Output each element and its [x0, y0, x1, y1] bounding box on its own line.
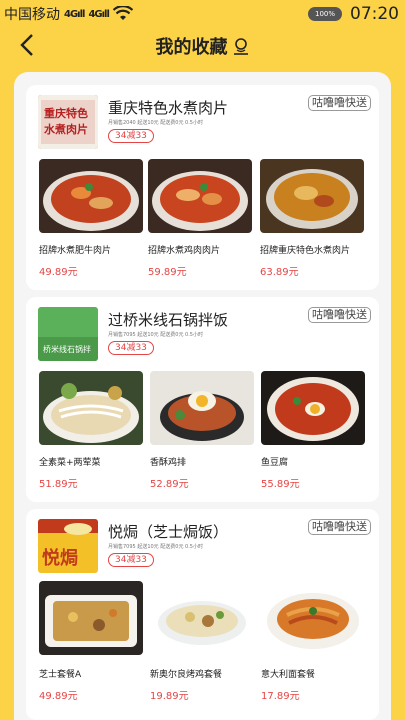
- page-title: 我的收藏: [155, 37, 228, 58]
- shop-logo-art: 桥米线石锅拌: [38, 307, 98, 361]
- dish-name: 新奥尔良烤鸡套餐: [150, 670, 223, 680]
- dish-name: 芝士套餐A: [39, 670, 82, 680]
- dish-name: 鱼豆腐: [261, 458, 289, 468]
- shop-meta: 月销售7095 起送10元 配送费0元 0.5小时: [108, 332, 203, 338]
- dish-price: 55.89元: [261, 479, 300, 490]
- signal-icon: 4Gıll: [64, 8, 85, 20]
- dish-image: [261, 371, 365, 445]
- delivery-badge: 咕噜噜快送: [308, 95, 371, 111]
- dish-price: 49.89元: [39, 691, 78, 702]
- dish-price: 19.89元: [150, 691, 189, 702]
- dish-item[interactable]: 全素菜+两荤菜 51.89元: [39, 371, 143, 490]
- dish-item[interactable]: 新奥尔良烤鸡套餐 19.89元: [150, 581, 254, 702]
- dish-price: 59.89元: [148, 267, 187, 278]
- battery-icon: 100%: [308, 7, 342, 21]
- dish-name: 招牌水煮肥牛肉片: [39, 246, 112, 256]
- user-icon: [233, 38, 248, 55]
- delivery-badge: 咕噜噜快送: [308, 307, 371, 323]
- svg-text:水煮肉片: 水煮肉片: [44, 122, 88, 136]
- shop-name[interactable]: 悦焗（芝士焗饭）: [108, 521, 228, 542]
- shop-header[interactable]: 重庆特色 水煮肉片 重庆特色水煮肉片 月销售2040 起送10元 配送费0元 0…: [38, 95, 371, 151]
- dish-item[interactable]: 招牌水煮鸡肉肉片 59.89元: [148, 159, 252, 278]
- dish-image: [260, 159, 364, 233]
- dish-name: 意大利面套餐: [261, 670, 316, 680]
- discount-badge: 34减33: [108, 553, 154, 567]
- dish-price: 51.89元: [39, 479, 78, 490]
- shop-name[interactable]: 重庆特色水煮肉片: [108, 97, 228, 118]
- dish-image: [150, 371, 254, 445]
- status-right: 100% 07:20: [308, 4, 399, 24]
- dish-image: [39, 159, 143, 233]
- shop-card[interactable]: 悦焗 悦焗（芝士焗饭） 月销售7095 起送10元 配送费0元 0.5小时 34…: [26, 509, 379, 720]
- status-left: 中国移动 4Gıll 4Gıll: [4, 4, 133, 24]
- carrier-label: 中国移动: [4, 7, 60, 23]
- nav-bar: 我的收藏: [0, 28, 405, 64]
- dish-item[interactable]: 鱼豆腐 55.89元: [261, 371, 365, 490]
- svg-text:悦焗: 悦焗: [42, 547, 78, 569]
- shop-header[interactable]: 桥米线石锅拌 过桥米线石锅拌饭 月销售7095 起送10元 配送费0元 0.5小…: [38, 307, 371, 363]
- favorites-list: 重庆特色 水煮肉片 重庆特色水煮肉片 月销售2040 起送10元 配送费0元 0…: [14, 72, 391, 720]
- shop-meta: 月销售7095 起送10元 配送费0元 0.5小时: [108, 544, 203, 550]
- dish-item[interactable]: 招牌重庆特色水煮肉片 63.89元: [260, 159, 364, 278]
- svg-text:重庆特色: 重庆特色: [44, 106, 88, 120]
- dish-price: 63.89元: [260, 267, 299, 278]
- dish-name: 招牌水煮鸡肉肉片: [148, 246, 221, 256]
- wifi-icon: [112, 6, 133, 20]
- shop-logo: 重庆特色 水煮肉片: [38, 95, 98, 149]
- shop-meta: 月销售2040 起送10元 配送费0元 0.5小时: [108, 120, 203, 126]
- dish-price: 17.89元: [261, 691, 300, 702]
- dish-image: [148, 159, 252, 233]
- shop-card[interactable]: 重庆特色 水煮肉片 重庆特色水煮肉片 月销售2040 起送10元 配送费0元 0…: [26, 85, 379, 290]
- shop-logo: 悦焗: [38, 519, 98, 573]
- dish-image: [39, 581, 143, 655]
- shop-logo-art: 悦焗: [38, 519, 98, 573]
- dish-price: 49.89元: [39, 267, 78, 278]
- dish-item[interactable]: 招牌水煮肥牛肉片 49.89元: [39, 159, 143, 278]
- shop-header[interactable]: 悦焗 悦焗（芝士焗饭） 月销售7095 起送10元 配送费0元 0.5小时 34…: [38, 519, 371, 575]
- dish-item[interactable]: 芝士套餐A 49.89元: [39, 581, 143, 702]
- shop-logo-art: 重庆特色 水煮肉片: [38, 95, 98, 149]
- shop-logo: 桥米线石锅拌: [38, 307, 98, 361]
- signal-icon-2: 4Gıll: [88, 8, 109, 20]
- shop-name[interactable]: 过桥米线石锅拌饭: [108, 309, 228, 330]
- dish-name: 全素菜+两荤菜: [39, 458, 101, 468]
- delivery-badge: 咕噜噜快送: [308, 519, 371, 535]
- shop-card[interactable]: 桥米线石锅拌 过桥米线石锅拌饭 月销售7095 起送10元 配送费0元 0.5小…: [26, 297, 379, 502]
- dish-item[interactable]: 意大利面套餐 17.89元: [261, 581, 365, 702]
- back-button[interactable]: [16, 32, 40, 58]
- dish-name: 香酥鸡排: [150, 458, 187, 468]
- dish-price: 52.89元: [150, 479, 189, 490]
- status-bar: 中国移动 4Gıll 4Gıll 100% 07:20: [0, 0, 405, 28]
- discount-badge: 34减33: [108, 341, 154, 355]
- dish-image: [261, 581, 365, 655]
- dish-item[interactable]: 香酥鸡排 52.89元: [150, 371, 254, 490]
- clock: 07:20: [350, 4, 399, 24]
- dish-name: 招牌重庆特色水煮肉片: [260, 246, 351, 256]
- svg-text:桥米线石锅拌: 桥米线石锅拌: [43, 344, 91, 354]
- dish-image: [39, 371, 143, 445]
- discount-badge: 34减33: [108, 129, 154, 143]
- dish-image: [150, 581, 254, 655]
